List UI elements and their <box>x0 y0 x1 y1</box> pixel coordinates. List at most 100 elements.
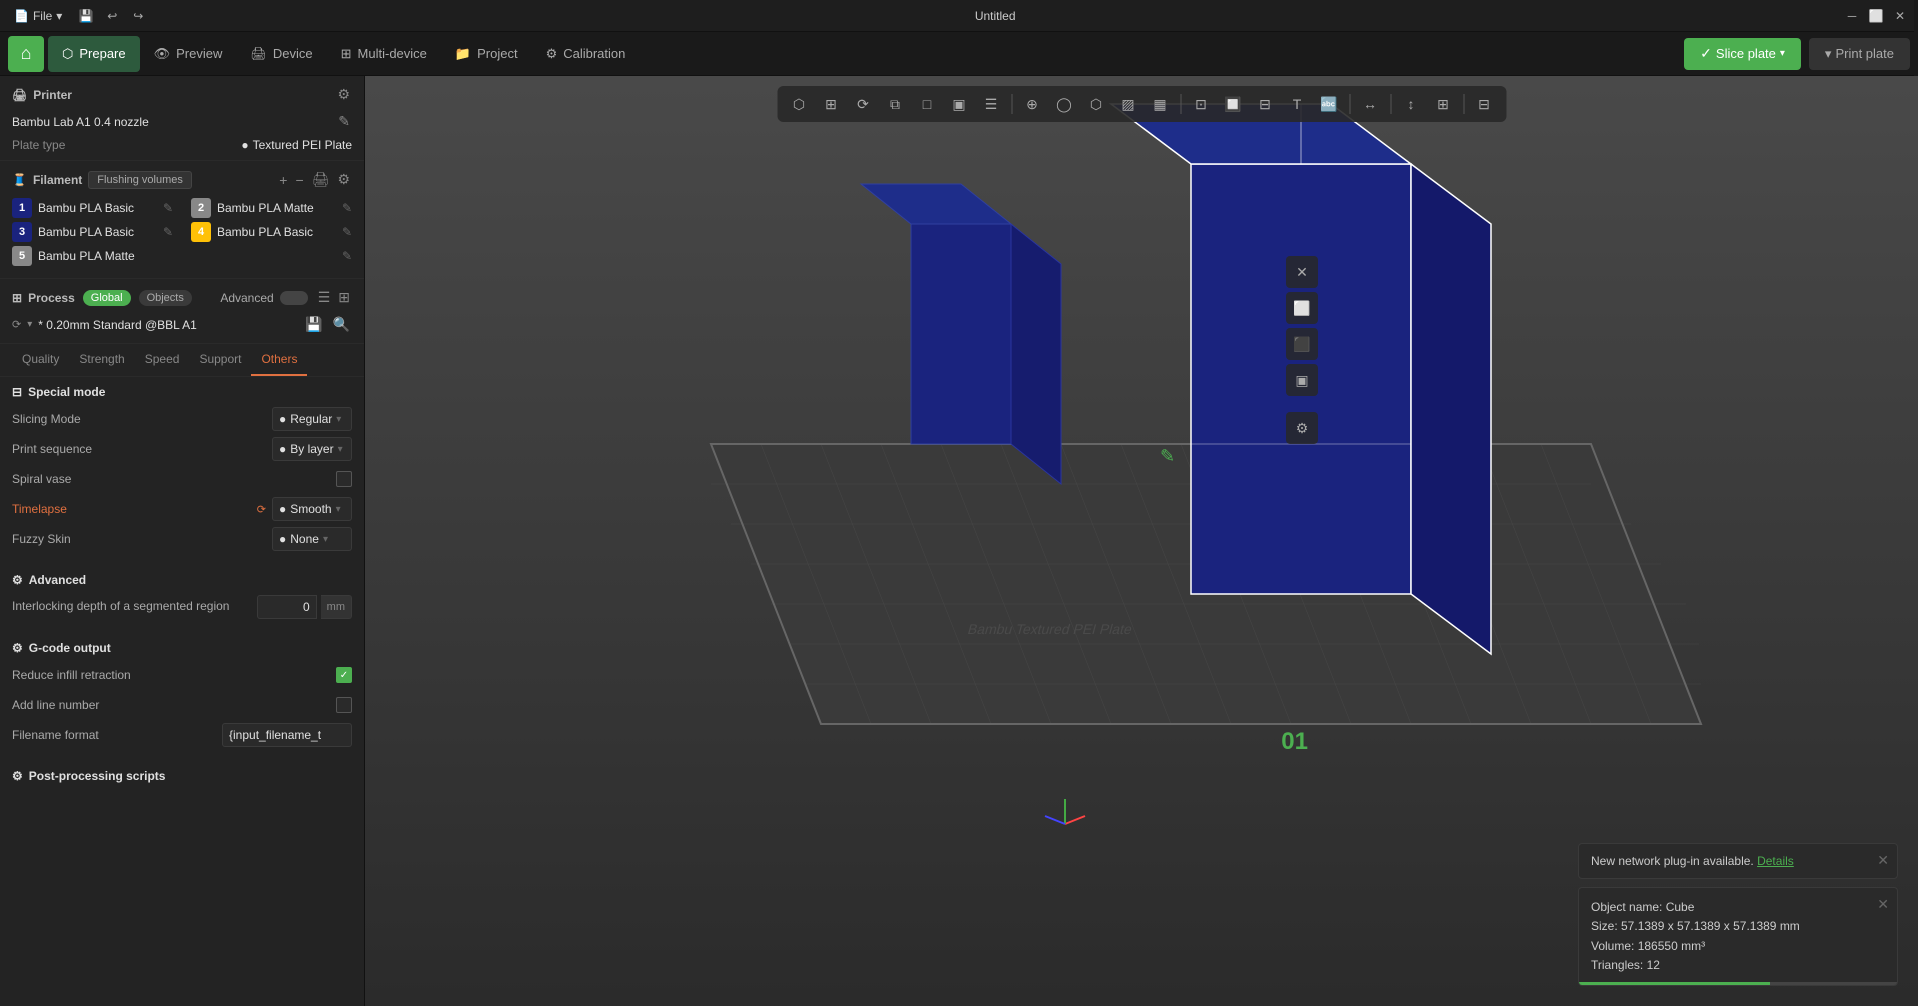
filament-edit-5[interactable]: ✎ <box>342 249 352 263</box>
spiral-vase-checkbox[interactable] <box>336 471 352 487</box>
flushing-volumes-button[interactable]: Flushing volumes <box>88 171 192 189</box>
network-notif-close[interactable]: ✕ <box>1877 852 1889 869</box>
filename-format-input[interactable] <box>222 723 352 747</box>
interlocking-depth-input[interactable] <box>257 595 317 619</box>
badge-objects[interactable]: Objects <box>139 290 192 306</box>
slice-plate-button[interactable]: ✓ Slice plate ▾ <box>1684 38 1801 70</box>
obj-volume-row: Volume: 186550 mm³ <box>1591 937 1885 956</box>
toolbar-move-btn[interactable]: ⊕ <box>1018 90 1046 118</box>
save-button[interactable]: 💾 <box>76 6 96 26</box>
view-top-btn[interactable]: ⬜ <box>1286 292 1318 324</box>
tab-speed[interactable]: Speed <box>135 344 190 376</box>
object-notif-close[interactable]: ✕ <box>1877 896 1889 913</box>
printer-name[interactable]: Bambu Lab A1 0.4 nozzle <box>12 115 149 129</box>
network-plugin-details-link[interactable]: Details <box>1757 854 1794 868</box>
printer-settings-icon[interactable]: ⚙ <box>335 84 352 105</box>
settings-content: ⊟ Special mode Slicing Mode ● Regular ▾ … <box>0 377 364 1006</box>
nav-bar: ⌂ ⬡ Prepare 👁 Preview 🖨 Device ⊞ Multi-d… <box>0 32 1918 76</box>
filename-format-label: Filename format <box>12 728 222 742</box>
toolbar-ortho-btn[interactable]: ⟳ <box>849 90 877 118</box>
toolbar-paint-btn[interactable]: ▨ <box>1114 90 1142 118</box>
filament-name-1: Bambu PLA Basic <box>38 201 157 215</box>
filament-edit-2[interactable]: ✎ <box>342 201 352 215</box>
filament-edit-3[interactable]: ✎ <box>163 225 173 239</box>
filament-edit-4[interactable]: ✎ <box>342 225 352 239</box>
toolbar-measure-btn[interactable]: ↔ <box>1356 90 1384 118</box>
toolbar-layer2-btn[interactable]: 🔲 <box>1219 90 1247 118</box>
minimize-button[interactable]: ─ <box>1842 6 1862 26</box>
maximize-button[interactable]: ⬜ <box>1866 6 1886 26</box>
toolbar-font-btn[interactable]: 🔤 <box>1315 90 1343 118</box>
view-settings-btn[interactable]: ⚙ <box>1286 412 1318 444</box>
filament-section: 🧵 Filament Flushing volumes + − 🖨 ⚙ 1 Ba… <box>0 161 364 279</box>
filament-print-icon[interactable]: 🖨 <box>310 169 332 190</box>
tab-prepare[interactable]: ⬡ Prepare <box>48 36 140 72</box>
process-list-icon[interactable]: ☰ <box>316 287 333 308</box>
toolbar-extra-btn[interactable]: ⊟ <box>1470 90 1498 118</box>
add-line-number-checkbox[interactable] <box>336 697 352 713</box>
special-mode-group: ⊟ Special mode Slicing Mode ● Regular ▾ … <box>0 377 364 565</box>
plate-type-value[interactable]: ● Textured PEI Plate <box>241 138 352 152</box>
process-grid-icon[interactable]: ⊞ <box>336 287 352 308</box>
tab-quality[interactable]: Quality <box>12 344 69 376</box>
filament-edit-1[interactable]: ✎ <box>163 201 173 215</box>
home-button[interactable]: ⌂ <box>8 36 44 72</box>
toolbar-cut-btn[interactable]: ⊟ <box>1251 90 1279 118</box>
toolbar-sep-1 <box>1011 94 1012 114</box>
nav-right: ✓ Slice plate ▾ ▾ Print plate <box>1684 38 1910 70</box>
view-front-btn[interactable]: ⬛ <box>1286 328 1318 360</box>
undo-button[interactable]: ↩ <box>102 6 122 26</box>
view-area[interactable]: ⬡ ⊞ ⟳ ⧉ □ ▣ ☰ ⊕ ◯ ⬡ ▨ ▦ ⊡ 🔲 ⊟ T 🔤 ↔ ↕ ⊞ … <box>365 76 1918 1006</box>
toolbar-mirror-btn[interactable]: ⊞ <box>1429 90 1457 118</box>
interlocking-depth-label: Interlocking depth of a segmented region <box>12 599 257 615</box>
progress-bar <box>1579 982 1897 985</box>
tab-strength[interactable]: Strength <box>69 344 134 376</box>
toolbar-rotate-btn[interactable]: ◯ <box>1050 90 1078 118</box>
slicing-mode-arrow: ▾ <box>336 414 341 425</box>
tab-project[interactable]: 📁 Project <box>441 36 532 72</box>
preview-label: Preview <box>176 46 222 61</box>
printer-edit-icon[interactable]: ✎ <box>336 111 352 132</box>
badge-global[interactable]: Global <box>83 290 131 306</box>
tab-calibration[interactable]: ⚙ Calibration <box>532 36 640 72</box>
toolbar-perspective-btn[interactable]: ⬡ <box>785 90 813 118</box>
close-button[interactable]: ✕ <box>1890 6 1910 26</box>
tab-others[interactable]: Others <box>251 344 307 376</box>
toolbar-text-btn[interactable]: T <box>1283 90 1311 118</box>
timelapse-row: Timelapse ⟳ ● Smooth ▾ <box>12 497 352 521</box>
toolbar-view-btn[interactable]: ⧉ <box>881 90 909 118</box>
remove-filament-button[interactable]: − <box>293 170 305 190</box>
obj-size-row: Size: 57.1389 x 57.1389 x 57.1389 mm <box>1591 917 1885 936</box>
edit-pencil-icon[interactable]: ✎ <box>1160 446 1175 467</box>
tab-device[interactable]: 🖨 Device <box>236 36 326 72</box>
toolbar-menu-btn[interactable]: ☰ <box>977 90 1005 118</box>
window-title: Untitled <box>156 9 1834 23</box>
add-filament-button[interactable]: + <box>277 170 289 190</box>
profile-save-icon[interactable]: 💾 <box>303 314 324 335</box>
print-sequence-select[interactable]: ● By layer ▾ <box>272 437 352 461</box>
view-close-btn[interactable]: ✕ <box>1286 256 1318 288</box>
title-bar-controls: 💾 ↩ ↪ <box>76 6 148 26</box>
reduce-infill-checkbox[interactable] <box>336 667 352 683</box>
print-plate-button[interactable]: ▾ Print plate <box>1809 38 1910 70</box>
fuzzy-skin-select[interactable]: ● None ▾ <box>272 527 352 551</box>
view-right-btn[interactable]: ▣ <box>1286 364 1318 396</box>
timelapse-select[interactable]: ● Smooth ▾ <box>272 497 352 521</box>
toolbar-select-btn[interactable]: ⬡ <box>1082 90 1110 118</box>
toolbar-arrange-btn[interactable]: ⊡ <box>1187 90 1215 118</box>
toolbar-layer-btn[interactable]: ▣ <box>945 90 973 118</box>
toolbar-scale-btn[interactable]: ↕ <box>1397 90 1425 118</box>
toolbar-slice-btn[interactable]: □ <box>913 90 941 118</box>
redo-button[interactable]: ↪ <box>128 6 148 26</box>
filament-settings-icon[interactable]: ⚙ <box>335 169 352 190</box>
advanced-switch[interactable] <box>280 291 308 305</box>
tab-preview[interactable]: 👁 Preview <box>140 36 237 72</box>
file-menu[interactable]: 📄 File ▾ <box>8 7 68 25</box>
profile-search-icon[interactable]: 🔍 <box>331 314 352 335</box>
interlocking-depth-value: mm <box>257 595 352 619</box>
toolbar-grid-btn[interactable]: ⊞ <box>817 90 845 118</box>
toolbar-support-btn[interactable]: ▦ <box>1146 90 1174 118</box>
slicing-mode-select[interactable]: ● Regular ▾ <box>272 407 352 431</box>
tab-support[interactable]: Support <box>189 344 251 376</box>
tab-multi-device[interactable]: ⊞ Multi-device <box>327 36 441 72</box>
